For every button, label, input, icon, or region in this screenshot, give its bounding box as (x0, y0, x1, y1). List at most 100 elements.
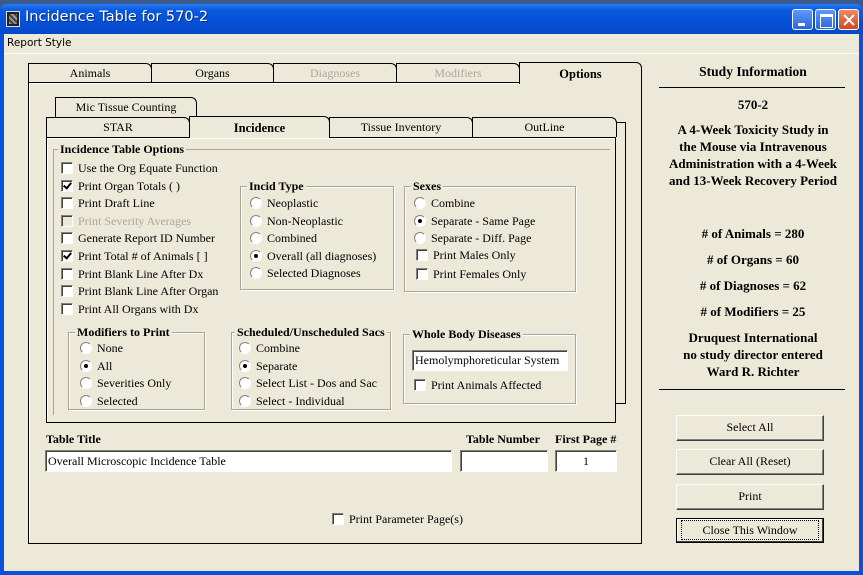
radio-label: Combine (431, 196, 475, 210)
radio-label: Non-Neoplastic (267, 213, 343, 228)
radio-label: Combine (256, 341, 300, 355)
radio-button[interactable] (414, 197, 426, 209)
tab-outline[interactable]: OutLine (472, 117, 617, 137)
radio-label: Severities Only (97, 376, 172, 390)
whole-body-disease-input[interactable]: Hemolymphoreticular System (412, 350, 568, 371)
radio-button[interactable] (80, 394, 92, 407)
tab-label: Incidence (233, 121, 286, 135)
radio-label: Select List - Dos and Sac (256, 376, 377, 390)
checkbox-box[interactable] (61, 250, 73, 262)
group-title: Whole Body Diseases (410, 327, 523, 342)
divider (659, 87, 845, 88)
checkbox-box[interactable] (416, 268, 428, 280)
radio-label: Selected Diagnoses (267, 266, 361, 280)
radio-button[interactable] (239, 359, 251, 372)
radio-button[interactable] (414, 214, 426, 227)
menu-report-style[interactable]: Report Style (7, 37, 72, 49)
checkbox-box[interactable] (332, 513, 344, 525)
minimize-button[interactable] (792, 9, 813, 30)
tab-tissue-inventory[interactable]: Tissue Inventory (329, 117, 473, 137)
radio-label: Overall (all diagnoses) (267, 248, 377, 263)
radio-button[interactable] (80, 359, 92, 372)
tab-mic-tissue-counting[interactable]: Mic Tissue Counting (55, 97, 197, 117)
checkbox-label: Print Organ Totals ( ) (78, 178, 181, 193)
tab-organs[interactable]: Organs (151, 63, 274, 83)
group-title: Incid Type (247, 179, 306, 194)
checkbox-label: Print Animals Affected (431, 378, 542, 392)
checkbox-box[interactable] (61, 162, 73, 174)
button-label: Print (738, 489, 762, 503)
radio-label: Combined (267, 231, 317, 245)
radio-button[interactable] (239, 342, 251, 354)
checkbox-label: Print Severity Averages (78, 213, 192, 228)
close-this-window-button[interactable]: Close This Window (676, 518, 824, 543)
radio-button[interactable] (239, 377, 251, 389)
checkbox-label: Print Females Only (433, 267, 527, 281)
checkbox-label: Print Total # of Animals [ ] (78, 249, 208, 263)
select-all-button[interactable]: Select All (676, 415, 824, 441)
radio-button[interactable] (80, 377, 92, 389)
study-id: 570-2 (737, 97, 769, 112)
checkbox-box[interactable] (61, 267, 73, 280)
group-title: Sexes (411, 179, 443, 194)
app-icon[interactable] (6, 11, 20, 27)
tab-label: Tissue Inventory (360, 120, 442, 134)
button-label: Close This Window (681, 520, 819, 540)
radio-button[interactable] (250, 197, 262, 209)
checkbox-box (61, 214, 73, 227)
table-number-input[interactable] (460, 450, 548, 472)
print-button[interactable]: Print (676, 484, 824, 510)
radio-button[interactable] (250, 267, 262, 279)
first-page-label: First Page # (555, 432, 617, 446)
modifier-count: # of Modifiers = 25 (700, 304, 806, 319)
tab-label: Diagnoses (310, 66, 360, 80)
radio-button[interactable] (239, 394, 251, 407)
checkbox-box[interactable] (61, 232, 73, 245)
radio-label: Separate (256, 358, 298, 373)
checkbox-box[interactable] (61, 197, 73, 210)
pathologist: Ward R. Richter (706, 364, 800, 379)
table-title-label: Table Title (46, 432, 101, 446)
radio-button[interactable] (250, 249, 262, 262)
close-window-button[interactable] (838, 9, 859, 30)
radio-button[interactable] (250, 214, 262, 227)
checkbox-box[interactable] (61, 179, 73, 192)
checkbox-box[interactable] (414, 379, 426, 391)
clear-all-button[interactable]: Clear All (Reset) (676, 449, 824, 475)
checkbox-box[interactable] (416, 249, 428, 261)
diagnosis-count: # of Diagnoses = 62 (699, 278, 807, 293)
tab-incidence[interactable]: Incidence (189, 116, 330, 138)
button-label: Clear All (Reset) (709, 454, 791, 468)
checkbox-box[interactable] (61, 285, 73, 298)
group-title: Scheduled/Unscheduled Sacs (235, 325, 387, 340)
radio-button[interactable] (414, 232, 426, 244)
radio-label: None (97, 341, 123, 355)
radio-label: All (97, 358, 113, 373)
first-page-input[interactable]: 1 (555, 450, 617, 472)
study-description-4: and 13-Week Recovery Period (669, 173, 837, 188)
table-number-label: Table Number (466, 432, 540, 446)
tab-animals[interactable]: Animals (28, 63, 152, 83)
checkbox-label: Generate Report ID Number (78, 231, 215, 246)
maximize-button[interactable] (815, 9, 836, 30)
radio-label: Select - Individual (256, 393, 345, 408)
checkbox-label: Print All Organs with Dx (78, 301, 199, 316)
radio-label: Separate - Same Page (431, 213, 536, 228)
checkbox-label: Use the Org Equate Function (78, 161, 218, 175)
tab-star[interactable]: STAR (46, 117, 190, 137)
radio-button[interactable] (80, 342, 92, 354)
group-title: Modifiers to Print (75, 325, 172, 340)
menu-bar: Report Style (4, 34, 859, 54)
table-title-input[interactable]: Overall Microscopic Incidence Table (45, 450, 452, 472)
radio-button[interactable] (250, 232, 262, 244)
study-description-2: the Mouse via Intravenous (679, 139, 827, 154)
checkbox-box[interactable] (61, 302, 73, 315)
sponsor: Druquest International (688, 330, 818, 345)
study-info-heading: Study Information (699, 64, 807, 79)
tab-label: Mic Tissue Counting (75, 100, 177, 114)
title-bar[interactable]: Incidence Table for 570-2 (0, 4, 863, 34)
checkbox-label: Print Blank Line After Organ (78, 284, 219, 299)
tab-label: Options (559, 67, 602, 81)
tab-options[interactable]: Options (519, 62, 642, 84)
checkbox-label: Print Blank Line After Dx (78, 266, 204, 281)
